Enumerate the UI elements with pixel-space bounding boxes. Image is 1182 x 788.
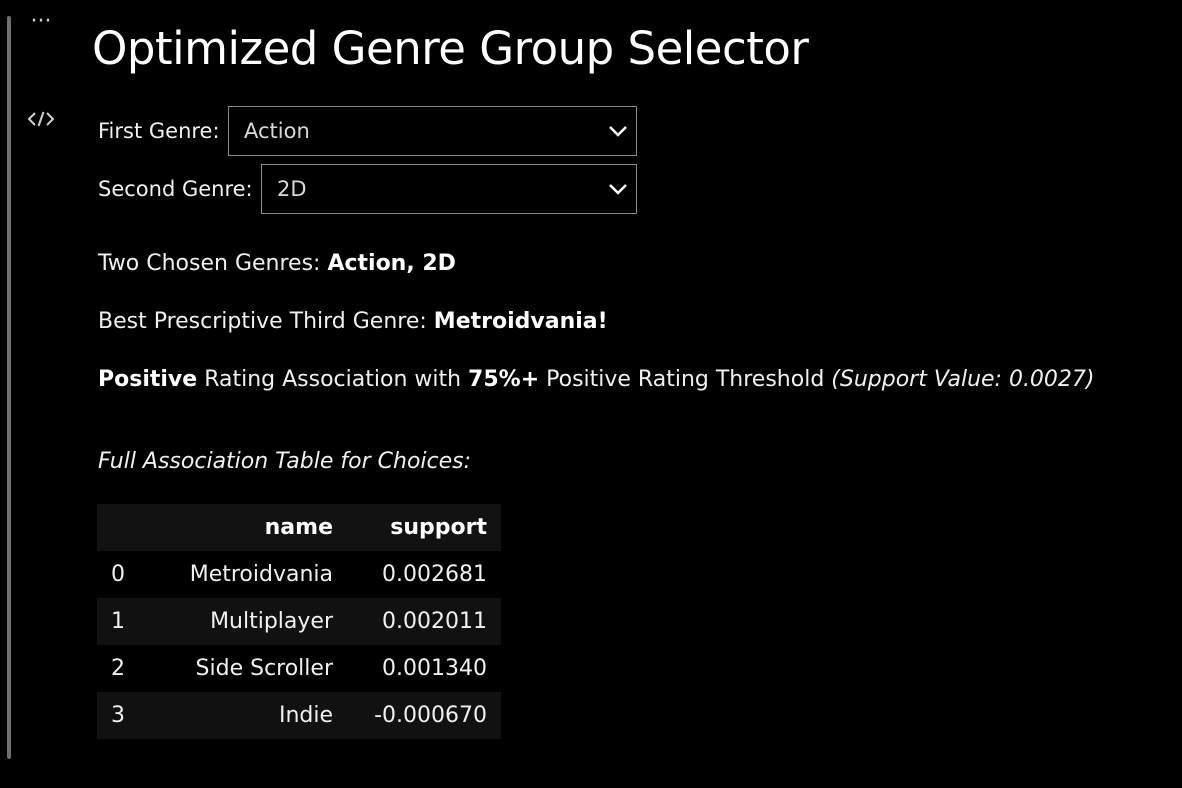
first-genre-label: First Genre:	[98, 119, 220, 143]
row-name: Indie	[137, 692, 347, 739]
chosen-genres-line: Two Chosen Genres: Action, 2D	[98, 251, 456, 276]
row-name: Side Scroller	[137, 645, 347, 692]
association-threshold: 75%+	[468, 367, 540, 392]
chosen-genres-label: Two Chosen Genres:	[98, 251, 328, 276]
second-genre-field: Second Genre:	[98, 164, 253, 214]
row-support: 0.002681	[347, 551, 501, 598]
row-index: 3	[97, 692, 137, 739]
second-genre-label: Second Genre:	[98, 177, 253, 201]
row-index: 1	[97, 598, 137, 645]
table-caption: Full Association Table for Choices:	[98, 449, 472, 474]
third-genre-value: Metroidvania!	[433, 309, 608, 334]
row-name: Metroidvania	[137, 551, 347, 598]
table-row: 0 Metroidvania 0.002681	[97, 551, 501, 598]
chevron-down-icon	[609, 126, 627, 137]
association-support: (Support Value: 0.0027)	[831, 367, 1095, 392]
first-genre-field: First Genre:	[98, 106, 220, 156]
row-index: 2	[97, 645, 137, 692]
cell-collapse-bar[interactable]	[7, 16, 11, 759]
ellipsis-icon[interactable]: ···	[28, 11, 54, 38]
association-text: Rating Association with	[197, 367, 469, 392]
first-genre-select[interactable]: Action	[228, 106, 637, 156]
association-table: name support 0 Metroidvania 0.002681 1 M…	[97, 504, 501, 739]
table-header-row: name support	[97, 504, 501, 551]
association-threshold-text: Positive Rating Threshold	[539, 367, 832, 392]
row-support: 0.002011	[347, 598, 501, 645]
row-support: 0.001340	[347, 645, 501, 692]
third-genre-line: Best Prescriptive Third Genre: Metroidva…	[98, 309, 608, 334]
second-genre-value: 2D	[277, 177, 307, 201]
chosen-genres-value: Action, 2D	[327, 251, 456, 276]
row-support: -0.000670	[347, 692, 501, 739]
page-title: Optimized Genre Group Selector	[92, 22, 809, 75]
table-row: 2 Side Scroller 0.001340	[97, 645, 501, 692]
row-index: 0	[97, 551, 137, 598]
code-toggle-icon[interactable]	[26, 108, 56, 130]
first-genre-value: Action	[244, 119, 310, 143]
support-header: support	[347, 504, 501, 551]
name-header: name	[137, 504, 347, 551]
third-genre-label: Best Prescriptive Third Genre:	[98, 309, 434, 334]
association-polarity: Positive	[98, 367, 198, 392]
row-name: Multiplayer	[137, 598, 347, 645]
table-row: 3 Indie -0.000670	[97, 692, 501, 739]
chevron-down-icon	[609, 184, 627, 195]
notebook-output-cell: ··· Optimized Genre Group Selector First…	[0, 0, 1182, 788]
table-row: 1 Multiplayer 0.002011	[97, 598, 501, 645]
index-header	[97, 504, 137, 551]
association-line: Positive Rating Association with 75%+ Po…	[98, 367, 1095, 392]
second-genre-select[interactable]: 2D	[261, 164, 637, 214]
